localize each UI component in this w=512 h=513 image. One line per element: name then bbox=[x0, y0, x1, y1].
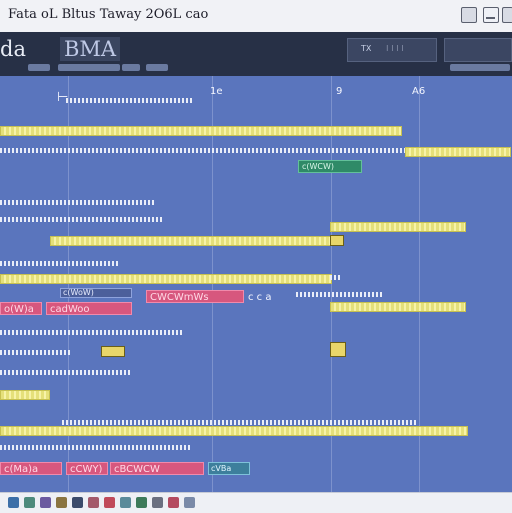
toolbar-strip-1[interactable] bbox=[28, 64, 50, 71]
timeline-bar[interactable] bbox=[330, 302, 466, 312]
milestone-marker[interactable] bbox=[330, 235, 344, 246]
row-text bbox=[0, 330, 183, 335]
toolbar-field-1-label: TX bbox=[361, 44, 372, 53]
settings-icon[interactable] bbox=[152, 497, 163, 508]
minimize-icon[interactable] bbox=[483, 7, 499, 23]
toolbar-field-1[interactable]: TX ⁝ ⁝ ⁝ ⁝ bbox=[347, 38, 437, 62]
timeline-workspace[interactable]: ⊢ 1e 9 A6 c(WCW) c(WoW) CWCWmWs c c a o(… bbox=[0, 76, 512, 492]
row-text bbox=[0, 200, 156, 205]
timeline-bar[interactable] bbox=[405, 147, 511, 157]
timeline-bar[interactable] bbox=[50, 236, 332, 246]
chart-icon[interactable] bbox=[40, 497, 51, 508]
timeline-bar[interactable] bbox=[330, 222, 466, 232]
task-label[interactable]: CWCWmWs bbox=[146, 290, 244, 303]
milestone-marker[interactable] bbox=[330, 342, 346, 357]
toolbar-field-1-ticks: ⁝ ⁝ ⁝ ⁝ bbox=[386, 44, 404, 53]
row-label[interactable]: c(WoW) bbox=[60, 288, 132, 298]
row-text bbox=[296, 292, 382, 297]
column-header-2: 9 bbox=[336, 86, 343, 97]
minimize-glyph bbox=[486, 17, 495, 19]
row-text bbox=[62, 420, 417, 425]
tag-icon[interactable] bbox=[168, 497, 179, 508]
task-label[interactable]: c(Ma)a bbox=[0, 462, 62, 475]
heart-icon[interactable] bbox=[104, 497, 115, 508]
app-name: da bbox=[0, 37, 26, 61]
timeline-bar[interactable] bbox=[0, 426, 468, 436]
restore-icon[interactable] bbox=[461, 7, 477, 23]
task-label[interactable]: cCWY) bbox=[66, 462, 108, 475]
row-text bbox=[0, 148, 405, 153]
row-note: c c a bbox=[248, 292, 272, 303]
grid-icon[interactable] bbox=[24, 497, 35, 508]
task-label[interactable]: cadWoo bbox=[46, 302, 132, 315]
row-text bbox=[0, 370, 130, 375]
toolbar-strip-4[interactable] bbox=[146, 64, 168, 71]
stack-icon[interactable] bbox=[88, 497, 99, 508]
user-icon[interactable] bbox=[184, 497, 195, 508]
home-icon[interactable] bbox=[8, 497, 19, 508]
task-label[interactable]: cBCWCW bbox=[110, 462, 204, 475]
timeline-bar[interactable] bbox=[0, 274, 332, 284]
row-text bbox=[0, 217, 163, 222]
row-text bbox=[0, 261, 120, 266]
app-subtitle[interactable]: BMA bbox=[60, 37, 121, 61]
maximize-icon[interactable] bbox=[502, 7, 512, 23]
timeline-bar[interactable] bbox=[0, 390, 50, 400]
row-text bbox=[0, 445, 190, 450]
panel-icon[interactable] bbox=[120, 497, 131, 508]
pin-icon[interactable] bbox=[136, 497, 147, 508]
folder-icon[interactable] bbox=[56, 497, 67, 508]
toolbar-strip-2[interactable] bbox=[58, 64, 120, 71]
timeline-bar[interactable] bbox=[0, 126, 402, 136]
window-title: Fata oL Bltus Taway 2O6L cao bbox=[8, 7, 209, 22]
column-header-1: 1e bbox=[210, 86, 223, 97]
toolbar-strip-5[interactable] bbox=[450, 64, 510, 71]
header-text-line bbox=[66, 98, 192, 103]
toolbar-field-2[interactable] bbox=[444, 38, 512, 62]
toolbar-strip-3[interactable] bbox=[122, 64, 140, 71]
clip-icon[interactable] bbox=[72, 497, 83, 508]
status-badge[interactable]: c(WCW) bbox=[298, 160, 362, 173]
row-text bbox=[330, 275, 340, 280]
milestone-marker[interactable] bbox=[101, 346, 125, 357]
status-badge[interactable]: cVBa bbox=[208, 462, 250, 475]
task-label[interactable]: o(W)a bbox=[0, 302, 42, 315]
column-header-3: A6 bbox=[412, 86, 426, 97]
row-text bbox=[0, 350, 70, 355]
